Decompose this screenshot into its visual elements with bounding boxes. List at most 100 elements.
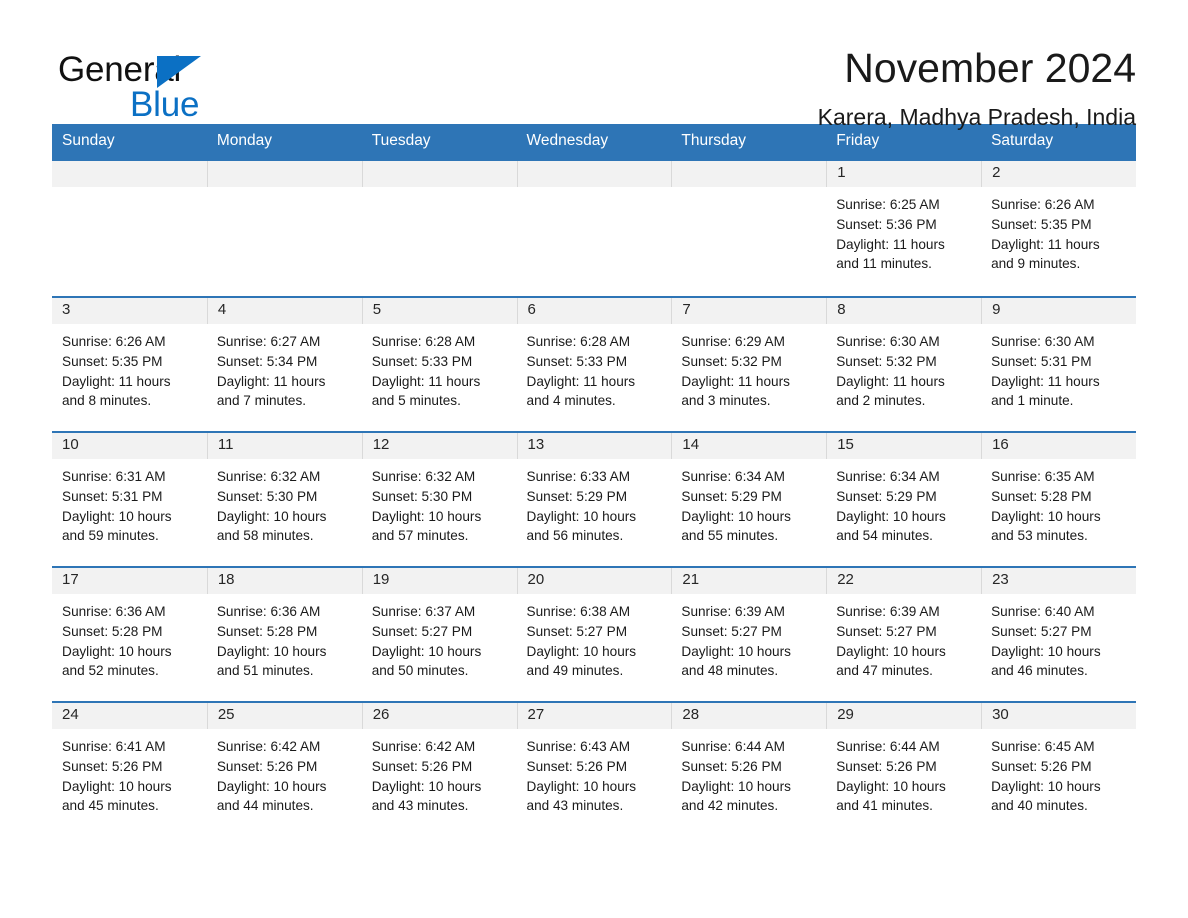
daylight-text: Daylight: 10 hours and 54 minutes. — [836, 508, 946, 544]
calendar-day-cell[interactable]: 8 Sunrise: 6:30 AM Sunset: 5:32 PM Daylight… — [826, 296, 982, 432]
sunset-text: Sunset: 5:27 PM — [526, 623, 628, 639]
calendar-day-cell[interactable]: 25 Sunrise: 6:42 AM Sunset: 5:26 PM Dayligh… — [206, 701, 362, 837]
calendar-day-cell[interactable]: 6 Sunrise: 6:28 AM Sunset: 5:33 PM Daylight… — [516, 296, 672, 432]
calendar-day-cell[interactable]: 19 Sunrise: 6:37 AM Sunset: 5:27 PM Dayligh… — [361, 566, 517, 702]
calendar-day-cell[interactable]: 29 Sunrise: 6:44 AM Sunset: 5:26 PM Dayligh… — [826, 701, 982, 837]
calendar-day-cell[interactable]: 9 Sunrise: 6:30 AM Sunset: 5:31 PM Daylight… — [981, 296, 1136, 432]
calendar-day-cell[interactable]: 20 Sunrise: 6:38 AM Sunset: 5:27 PM Dayligh… — [516, 566, 672, 702]
calendar-day-cell[interactable]: 10 Sunrise: 6:31 AM Sunset: 5:31 PM Dayligh… — [52, 431, 207, 567]
sunset-text: Sunset: 5:27 PM — [991, 623, 1092, 639]
sunrise-text: Sunrise: 6:31 AM — [62, 469, 166, 484]
sunset-text: Sunset: 5:26 PM — [836, 758, 937, 774]
calendar-day-cell[interactable]: 15 Sunrise: 6:34 AM Sunset: 5:29 PM Dayligh… — [826, 431, 982, 567]
calendar-container: Sunday Monday Tuesday Wednesday Thursday… — [0, 124, 1188, 837]
day-events: Sunrise: 6:35 AM Sunset: 5:28 PM Daylight:… — [981, 459, 1136, 546]
sunrise-text: Sunrise: 6:35 AM — [991, 469, 1095, 484]
calendar-day-cell-empty — [361, 159, 517, 297]
day-number: 16 — [981, 433, 1136, 459]
day-cell-content: 19 Sunrise: 6:37 AM Sunset: 5:27 PM Dayligh… — [361, 568, 517, 701]
calendar-day-cell[interactable]: 7 Sunrise: 6:29 AM Sunset: 5:32 PM Daylight… — [671, 296, 827, 432]
sunrise-text: Sunrise: 6:30 AM — [991, 334, 1095, 349]
day-events: Sunrise: 6:45 AM Sunset: 5:26 PM Daylight:… — [981, 729, 1136, 816]
day-cell-content: 2 Sunrise: 6:26 AM Sunset: 5:35 PM Daylight… — [981, 161, 1136, 296]
day-events: Sunrise: 6:44 AM Sunset: 5:26 PM Daylight:… — [671, 729, 826, 816]
sunrise-text: Sunrise: 6:44 AM — [681, 739, 785, 754]
daylight-text: Daylight: 10 hours and 44 minutes. — [216, 778, 327, 814]
calendar-day-cell[interactable]: 13 Sunrise: 6:33 AM Sunset: 5:29 PM Dayligh… — [516, 431, 672, 567]
sunset-text: Sunset: 5:26 PM — [216, 758, 318, 774]
calendar-day-cell[interactable]: 1 Sunrise: 6:25 AM Sunset: 5:36 PM Daylight… — [826, 159, 982, 297]
daylight-text: Daylight: 10 hours and 41 minutes. — [836, 778, 946, 814]
calendar-day-cell[interactable]: 26 Sunrise: 6:42 AM Sunset: 5:26 PM Dayligh… — [361, 701, 517, 837]
calendar-day-cell[interactable]: 16 Sunrise: 6:35 AM Sunset: 5:28 PM Dayligh… — [981, 431, 1136, 567]
sunset-text: Sunset: 5:29 PM — [526, 488, 628, 504]
day-events: Sunrise: 6:33 AM Sunset: 5:29 PM Daylight:… — [517, 459, 672, 546]
sunrise-text: Sunrise: 6:27 AM — [216, 334, 321, 349]
day-number: 2 — [981, 161, 1136, 187]
sunrise-text: Sunrise: 6:25 AM — [836, 197, 940, 212]
sunrise-text: Sunrise: 6:43 AM — [526, 739, 631, 754]
daylight-text: Daylight: 10 hours and 45 minutes. — [62, 778, 172, 814]
calendar-day-cell[interactable]: 2 Sunrise: 6:26 AM Sunset: 5:35 PM Daylight… — [981, 159, 1136, 297]
day-number: 17 — [52, 568, 207, 594]
day-cell-content: 14 Sunrise: 6:34 AM Sunset: 5:29 PM Dayligh… — [671, 433, 827, 566]
calendar-day-cell[interactable]: 5 Sunrise: 6:28 AM Sunset: 5:33 PM Daylight… — [361, 296, 517, 432]
daylight-text: Daylight: 10 hours and 46 minutes. — [991, 643, 1101, 679]
sunset-text: Sunset: 5:27 PM — [681, 623, 782, 639]
sunrise-text: Sunrise: 6:41 AM — [62, 739, 166, 754]
day-events: Sunrise: 6:37 AM Sunset: 5:27 PM Daylight:… — [362, 594, 517, 681]
day-cell-content: 27 Sunrise: 6:43 AM Sunset: 5:26 PM Dayligh… — [516, 703, 672, 837]
sunset-text: Sunset: 5:26 PM — [371, 758, 473, 774]
sunset-text: Sunset: 5:35 PM — [62, 353, 163, 369]
day-events: Sunrise: 6:42 AM Sunset: 5:26 PM Daylight:… — [207, 729, 362, 816]
day-cell-content — [361, 161, 517, 296]
day-events: Sunrise: 6:43 AM Sunset: 5:26 PM Daylight:… — [517, 729, 672, 816]
day-events: Sunrise: 6:32 AM Sunset: 5:30 PM Daylight:… — [362, 459, 517, 546]
day-cell-content: 16 Sunrise: 6:35 AM Sunset: 5:28 PM Dayligh… — [981, 433, 1136, 566]
sunset-text: Sunset: 5:36 PM — [836, 216, 937, 232]
daylight-text: Daylight: 10 hours and 57 minutes. — [371, 508, 482, 544]
day-number: 30 — [981, 703, 1136, 729]
sunrise-text: Sunrise: 6:28 AM — [526, 334, 631, 349]
weekday-header-tuesday: Tuesday — [361, 124, 517, 160]
day-number — [671, 161, 827, 187]
calendar-day-cell[interactable]: 24 Sunrise: 6:41 AM Sunset: 5:26 PM Dayligh… — [52, 701, 207, 837]
day-events: Sunrise: 6:31 AM Sunset: 5:31 PM Daylight:… — [52, 459, 207, 546]
day-cell-content — [206, 161, 362, 296]
calendar-day-cell[interactable]: 18 Sunrise: 6:36 AM Sunset: 5:28 PM Dayligh… — [206, 566, 362, 702]
calendar-day-cell[interactable]: 22 Sunrise: 6:39 AM Sunset: 5:27 PM Dayligh… — [826, 566, 982, 702]
day-cell-content: 20 Sunrise: 6:38 AM Sunset: 5:27 PM Dayligh… — [516, 568, 672, 701]
day-events: Sunrise: 6:36 AM Sunset: 5:28 PM Daylight:… — [52, 594, 207, 681]
calendar-day-cell[interactable]: 27 Sunrise: 6:43 AM Sunset: 5:26 PM Dayligh… — [516, 701, 672, 837]
calendar-day-cell[interactable]: 4 Sunrise: 6:27 AM Sunset: 5:34 PM Daylight… — [206, 296, 362, 432]
sunset-text: Sunset: 5:33 PM — [371, 353, 473, 369]
sunrise-text: Sunrise: 6:42 AM — [216, 739, 321, 754]
calendar-day-cell[interactable]: 30 Sunrise: 6:45 AM Sunset: 5:26 PM Dayligh… — [981, 701, 1136, 837]
day-number: 8 — [826, 298, 982, 324]
daylight-text: Daylight: 11 hours and 5 minutes. — [371, 373, 481, 409]
calendar-page: General Blue November 2024 Karera, Madhy… — [0, 0, 1188, 918]
sunrise-text: Sunrise: 6:26 AM — [991, 197, 1095, 212]
day-number: 18 — [206, 568, 362, 594]
calendar-day-cell[interactable]: 28 Sunrise: 6:44 AM Sunset: 5:26 PM Dayligh… — [671, 701, 827, 837]
calendar-day-cell[interactable]: 23 Sunrise: 6:40 AM Sunset: 5:27 PM Dayligh… — [981, 566, 1136, 702]
day-number — [361, 161, 517, 187]
calendar-day-cell[interactable]: 21 Sunrise: 6:39 AM Sunset: 5:27 PM Dayligh… — [671, 566, 827, 702]
calendar-day-cell[interactable]: 11 Sunrise: 6:32 AM Sunset: 5:30 PM Dayligh… — [206, 431, 362, 567]
day-number: 14 — [671, 433, 827, 459]
sunset-text: Sunset: 5:29 PM — [681, 488, 782, 504]
calendar-day-cell[interactable]: 14 Sunrise: 6:34 AM Sunset: 5:29 PM Dayligh… — [671, 431, 827, 567]
day-number: 25 — [206, 703, 362, 729]
sunrise-text: Sunrise: 6:36 AM — [216, 604, 321, 619]
calendar-day-cell[interactable]: 12 Sunrise: 6:32 AM Sunset: 5:30 PM Dayligh… — [361, 431, 517, 567]
day-events: Sunrise: 6:28 AM Sunset: 5:33 PM Daylight:… — [362, 324, 517, 411]
general-blue-logo[interactable]: General Blue — [52, 44, 272, 126]
calendar-day-cell[interactable]: 3 Sunrise: 6:26 AM Sunset: 5:35 PM Daylight… — [52, 296, 207, 432]
logo-triangle-icon — [157, 56, 201, 88]
calendar-day-cell[interactable]: 17 Sunrise: 6:36 AM Sunset: 5:28 PM Dayligh… — [52, 566, 207, 702]
day-events: Sunrise: 6:36 AM Sunset: 5:28 PM Daylight:… — [207, 594, 362, 681]
sunset-text: Sunset: 5:27 PM — [371, 623, 473, 639]
calendar-week-row: 1 Sunrise: 6:25 AM Sunset: 5:36 PM Daylight… — [52, 159, 1136, 297]
sunrise-text: Sunrise: 6:38 AM — [526, 604, 631, 619]
daylight-text: Daylight: 11 hours and 4 minutes. — [526, 373, 636, 409]
